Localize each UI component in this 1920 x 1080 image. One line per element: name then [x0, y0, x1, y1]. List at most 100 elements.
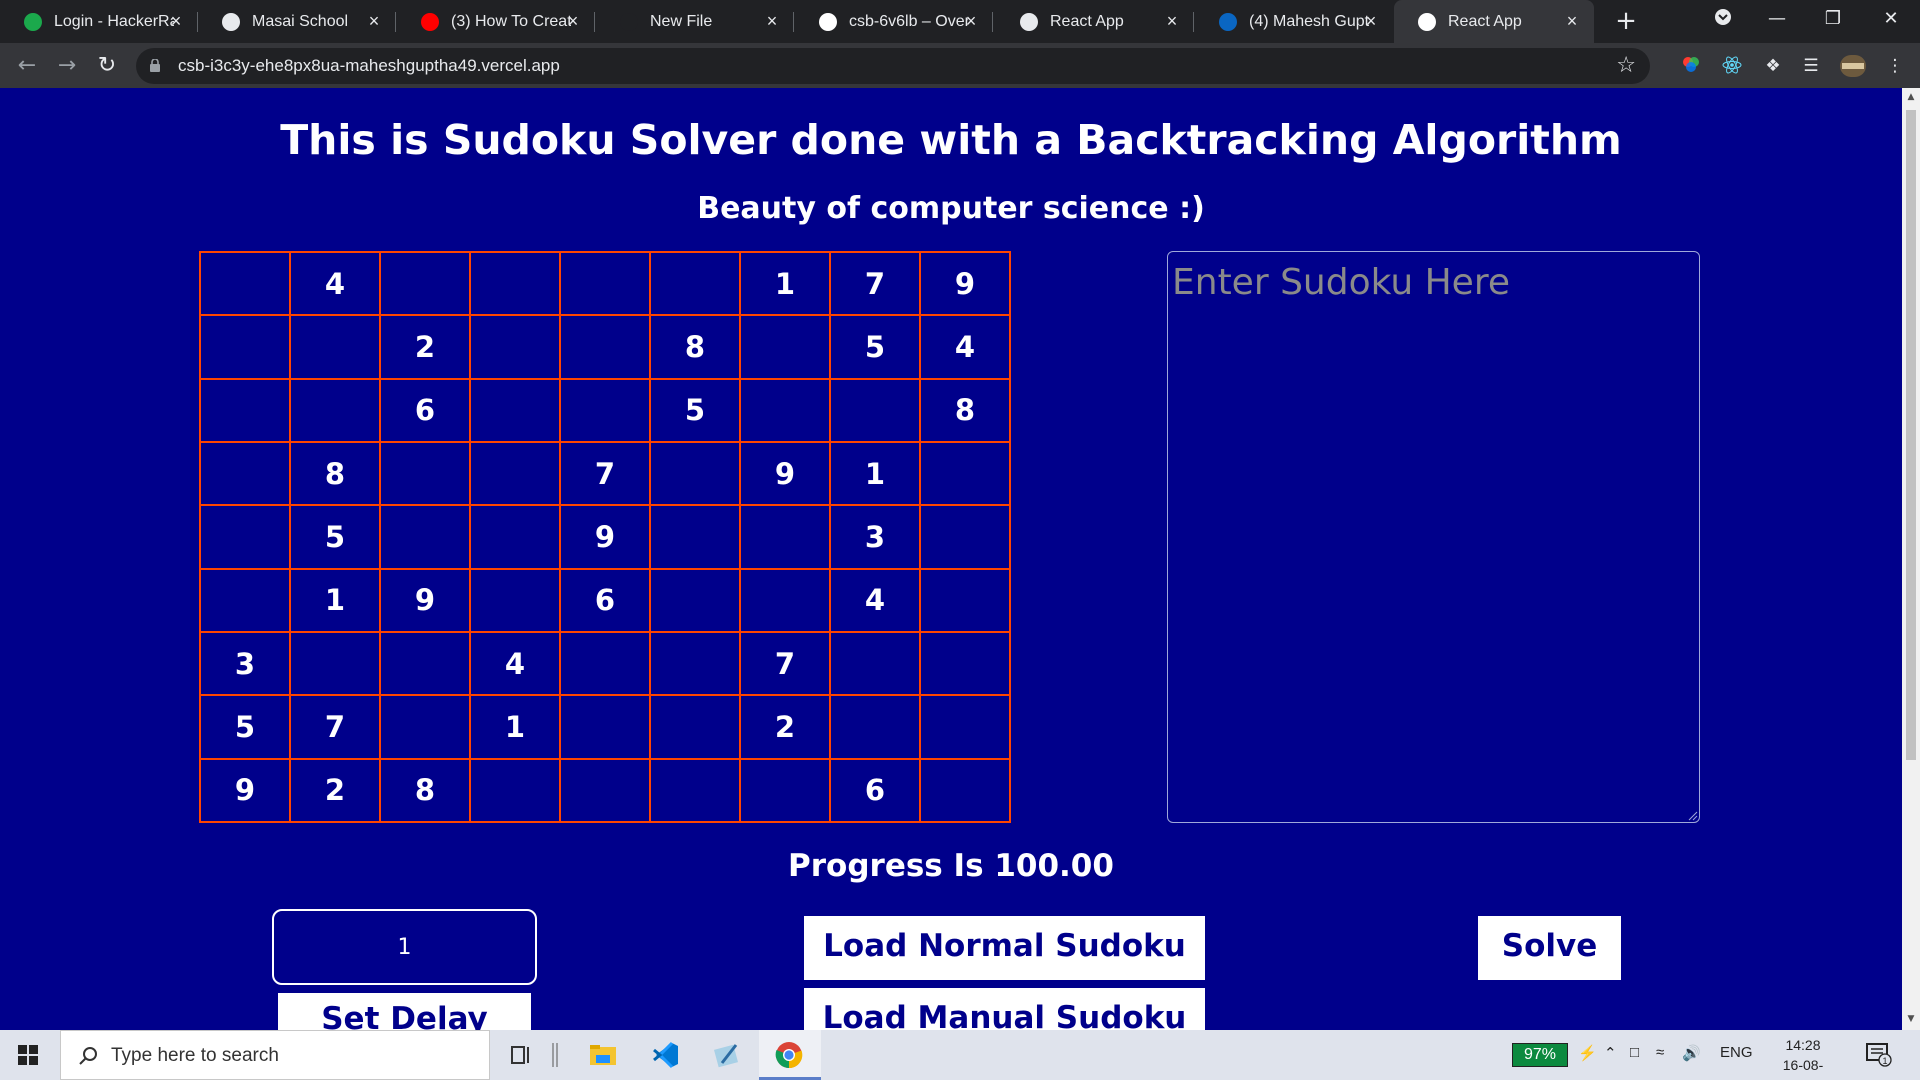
sudoku-cell: 1	[290, 568, 380, 632]
vscode-icon[interactable]	[650, 1041, 680, 1069]
file-explorer-icon[interactable]	[588, 1041, 618, 1069]
sudoku-cell	[200, 378, 290, 442]
notification-center-icon[interactable]: 1	[1866, 1043, 1892, 1067]
device-icon[interactable]: □	[1630, 1044, 1639, 1061]
sudoku-cell: 3	[830, 505, 920, 569]
delay-input[interactable]	[272, 909, 537, 985]
scrollbar-thumb[interactable]	[1906, 110, 1916, 760]
set-delay-button[interactable]: Set Delay	[278, 993, 531, 1030]
forward-icon[interactable]: →	[54, 53, 80, 79]
sudoku-cell	[560, 695, 650, 759]
tab-search-icon[interactable]	[1708, 8, 1738, 31]
battery-indicator[interactable]: 97%	[1512, 1043, 1568, 1067]
sudoku-cell: 9	[560, 505, 650, 569]
reload-icon[interactable]: ↻	[94, 53, 120, 79]
system-clock[interactable]: 14:28 16-08-2021	[1768, 1035, 1838, 1080]
sudoku-cell	[650, 505, 740, 569]
sudoku-cell	[290, 315, 380, 379]
minimize-icon[interactable]: —	[1762, 8, 1792, 29]
sudoku-cell	[200, 505, 290, 569]
sudoku-cell: 5	[830, 315, 920, 379]
progress-text: Progress Is 100.00	[788, 848, 1114, 884]
load-normal-sudoku-button[interactable]: Load Normal Sudoku	[804, 916, 1205, 980]
tab-close-icon[interactable]: ×	[1562, 11, 1582, 31]
browser-menu-icon[interactable]: ⋮	[1884, 55, 1906, 77]
chrome-taskbar-button[interactable]	[759, 1030, 821, 1080]
browser-tab[interactable]: React App ×	[1394, 0, 1594, 43]
tab-close-icon[interactable]: ×	[166, 11, 186, 31]
youtube-icon	[421, 12, 439, 31]
clock-date: 16-08-2021	[1782, 1057, 1824, 1080]
color-extension-icon[interactable]	[1680, 55, 1702, 77]
sudoku-cell	[200, 315, 290, 379]
browser-tab[interactable]: React App ×	[996, 0, 1194, 43]
sudoku-text-input[interactable]	[1167, 251, 1700, 823]
tab-close-icon[interactable]: ×	[364, 11, 384, 31]
extensions-puzzle-icon[interactable]: ❖	[1762, 55, 1784, 77]
address-bar[interactable]: csb-i3c3y-ehe8px8ua-maheshguptha49.verce…	[136, 48, 1650, 84]
browser-tab[interactable]: (4) Mahesh Gupth ×	[1195, 0, 1393, 43]
tab-close-icon[interactable]: ×	[961, 11, 981, 31]
page-scrollbar[interactable]: ▲ ▼	[1902, 88, 1920, 1030]
browser-tab[interactable]: New File ×	[596, 0, 794, 43]
bookmark-star-icon[interactable]: ☆	[1616, 53, 1636, 78]
sudoku-cell: 3	[200, 631, 290, 696]
sudoku-cell: 7	[830, 252, 920, 316]
back-icon[interactable]: ←	[14, 53, 40, 79]
sudoku-cell	[560, 758, 650, 822]
power-plug-icon[interactable]: ⚡	[1578, 1044, 1597, 1062]
taskbar-search-box[interactable]: Type here to search	[60, 1030, 490, 1080]
sudoku-cell	[470, 568, 560, 632]
new-tab-button[interactable]: +	[1612, 8, 1640, 36]
windows-start-icon[interactable]	[18, 1045, 38, 1065]
browser-tab[interactable]: Masai School ×	[198, 0, 396, 43]
volume-icon[interactable]: 🔊	[1682, 1044, 1701, 1062]
sudoku-cell	[290, 631, 380, 696]
browser-tab[interactable]: (3) How To Create ×	[397, 0, 595, 43]
task-view-icon[interactable]	[506, 1041, 536, 1069]
sudoku-cell: 7	[560, 441, 650, 506]
tab-close-icon[interactable]: ×	[1162, 11, 1182, 31]
sudoku-cell	[740, 315, 830, 379]
browser-tab[interactable]: csb-6v6lb – Overview×	[795, 0, 993, 43]
sudoku-cell	[560, 252, 650, 316]
show-hidden-icons-icon[interactable]: ⌃	[1604, 1044, 1617, 1062]
tab-title: (4) Mahesh Gupth	[1249, 12, 1369, 30]
media-control-icon[interactable]: ☰	[1800, 55, 1822, 77]
sudoku-grid: 417928546588791593196434757129286	[199, 251, 1011, 823]
sudoku-cell	[470, 252, 560, 316]
sudoku-cell: 6	[380, 378, 470, 442]
sudoku-cell	[650, 758, 740, 822]
clock-time: 14:28	[1785, 1037, 1821, 1053]
scroll-up-icon[interactable]: ▲	[1906, 92, 1916, 102]
solve-button[interactable]: Solve	[1478, 916, 1621, 980]
language-indicator[interactable]: ENG	[1720, 1044, 1753, 1061]
sudoku-cell	[650, 568, 740, 632]
sudoku-cell: 8	[290, 441, 380, 506]
sudoku-cell: 4	[920, 315, 1010, 379]
url-text[interactable]: csb-i3c3y-ehe8px8ua-maheshguptha49.verce…	[178, 56, 560, 76]
tab-close-icon[interactable]: ×	[563, 11, 583, 31]
sudoku-cell: 9	[200, 758, 290, 822]
sudoku-cell: 4	[830, 568, 920, 632]
sudoku-cell	[740, 758, 830, 822]
sudoku-cell: 5	[290, 505, 380, 569]
tab-close-icon[interactable]: ×	[1361, 11, 1381, 31]
browser-tab[interactable]: Login - HackerRank×	[0, 0, 198, 43]
restore-icon[interactable]: ❐	[1818, 8, 1848, 29]
sudoku-cell	[470, 441, 560, 506]
tab-title: csb-6v6lb – Overview	[849, 12, 969, 30]
resize-grip-icon[interactable]	[1686, 809, 1698, 821]
react-devtools-icon[interactable]	[1721, 55, 1743, 77]
tab-close-icon[interactable]: ×	[762, 11, 782, 31]
scroll-down-icon[interactable]: ▼	[1906, 1014, 1916, 1024]
tab-separator	[395, 12, 396, 32]
browser-toolbar: ← → ↻ csb-i3c3y-ehe8px8ua-maheshguptha49…	[0, 43, 1920, 88]
sudoku-cell	[920, 631, 1010, 696]
load-manual-sudoku-button[interactable]: Load Manual Sudoku	[804, 988, 1205, 1030]
sudoku-cell	[200, 441, 290, 506]
wifi-icon[interactable]: ≈	[1656, 1044, 1664, 1061]
notepad-app-icon[interactable]	[712, 1041, 742, 1069]
profile-avatar[interactable]	[1840, 55, 1866, 77]
close-window-icon[interactable]: ✕	[1876, 8, 1906, 29]
